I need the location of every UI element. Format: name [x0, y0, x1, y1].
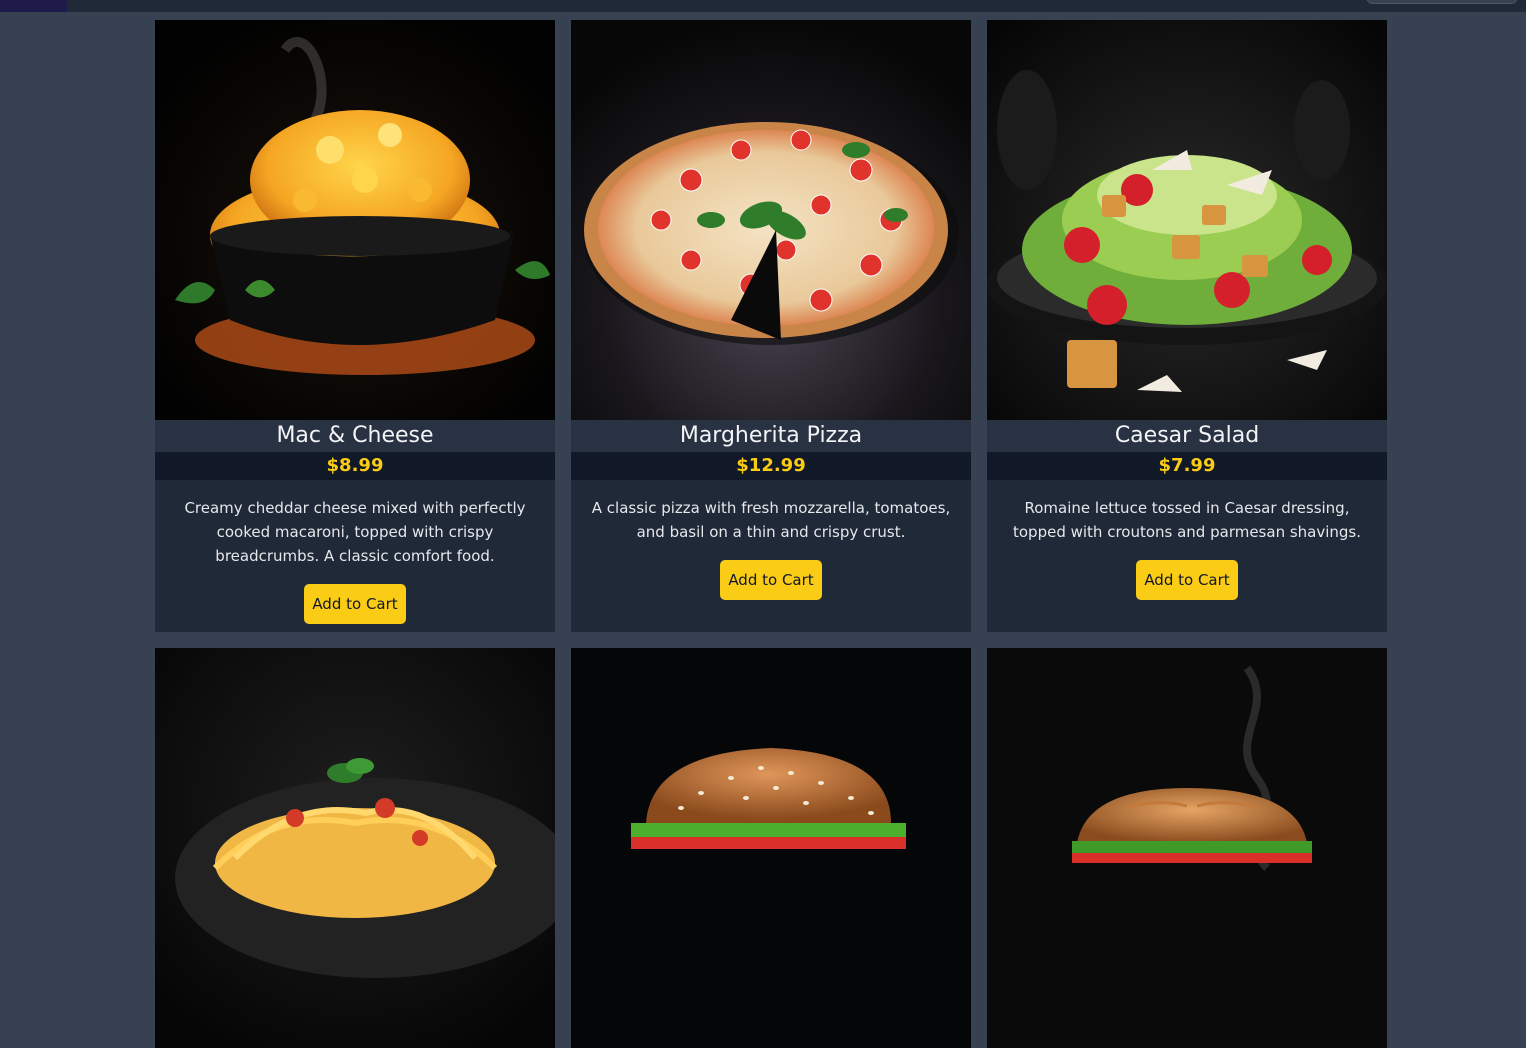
brand-logo[interactable]	[0, 0, 67, 12]
menu-card: Caesar Salad $7.99 Romaine lettuce tosse…	[987, 20, 1387, 632]
salad-photo	[987, 20, 1387, 420]
item-description: A classic pizza with fresh mozzarella, t…	[591, 499, 951, 541]
sandwich-photo	[987, 648, 1387, 1048]
spaghetti-photo	[155, 648, 555, 1048]
add-to-cart-button[interactable]: Add to Cart	[304, 584, 406, 624]
menu-card: Margherita Pizza $12.99 A classic pizza …	[571, 20, 971, 632]
menu-grid: Mac & Cheese $8.99 Creamy cheddar cheese…	[155, 20, 1387, 1048]
item-description: Creamy cheddar cheese mixed with perfect…	[184, 499, 526, 565]
item-description: Romaine lettuce tossed in Caesar dressin…	[1012, 499, 1362, 541]
burger-photo	[571, 648, 971, 1048]
menu-card	[571, 648, 971, 1048]
item-name: Mac & Cheese	[155, 420, 555, 452]
item-price: $7.99	[987, 452, 1387, 480]
add-to-cart-button[interactable]: Add to Cart	[1136, 560, 1238, 600]
item-price: $12.99	[571, 452, 971, 480]
item-name: Caesar Salad	[987, 420, 1387, 452]
mac-and-cheese-photo	[155, 20, 555, 420]
item-name: Margherita Pizza	[571, 420, 971, 452]
top-nav-bar	[0, 0, 1526, 12]
pizza-photo	[571, 20, 971, 420]
menu-card	[987, 648, 1387, 1048]
search-input[interactable]	[1366, 0, 1518, 4]
menu-card: Mac & Cheese $8.99 Creamy cheddar cheese…	[155, 20, 555, 632]
add-to-cart-button[interactable]: Add to Cart	[720, 560, 822, 600]
menu-card	[155, 648, 555, 1048]
item-price: $8.99	[155, 452, 555, 480]
